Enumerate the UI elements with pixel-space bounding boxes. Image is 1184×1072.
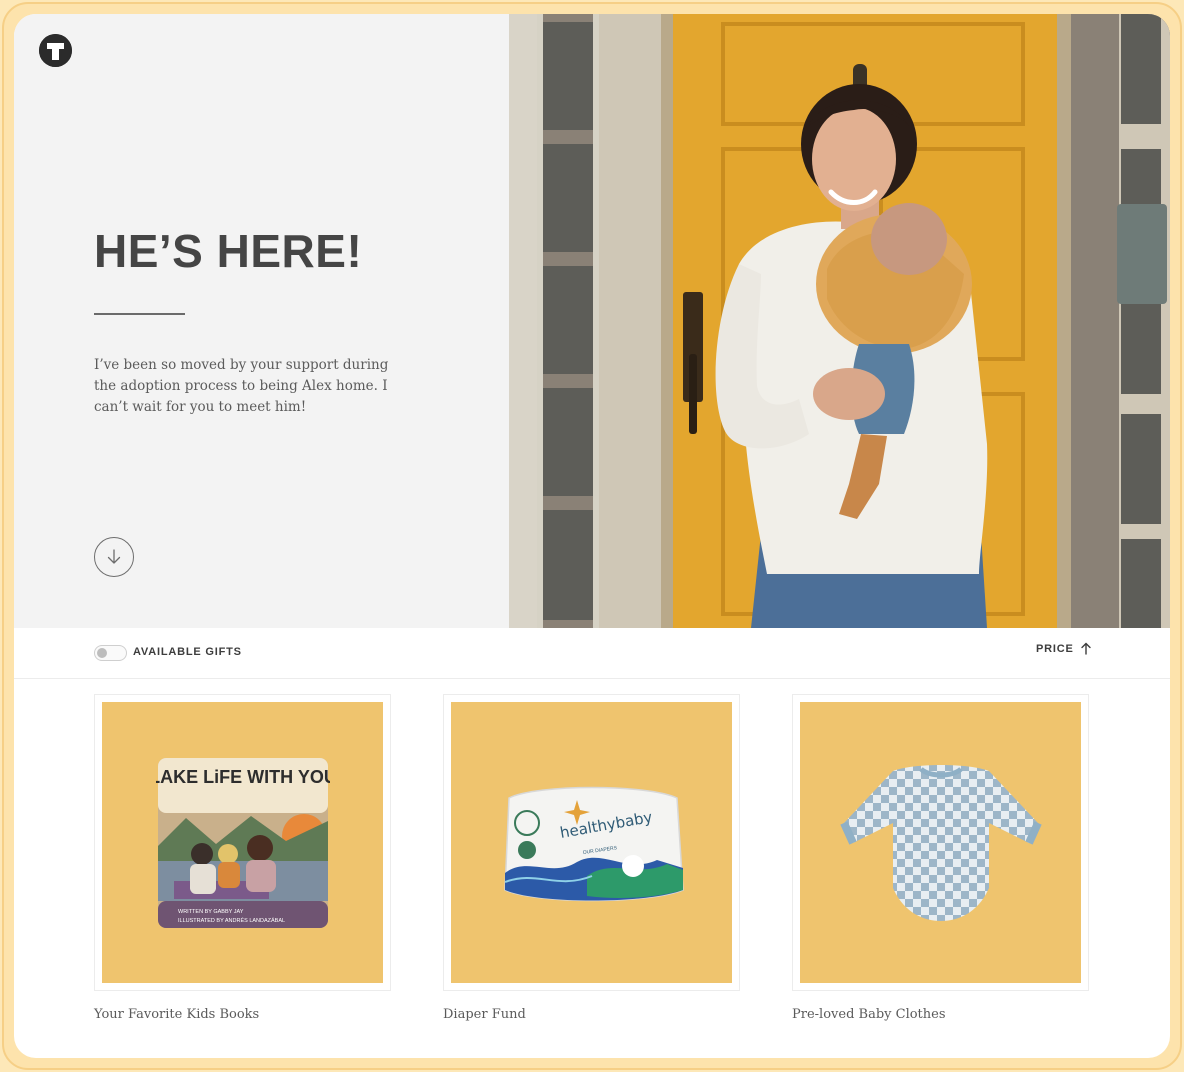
woman-holding-baby-photo: [509, 14, 1170, 628]
arrow-down-circle-icon: [107, 549, 121, 564]
gift-card[interactable]: healthybaby OUR DIAPERS Diaper Fund: [443, 694, 740, 1022]
price-sort-label: PRICE: [1036, 642, 1074, 655]
toggle-knob: [97, 648, 107, 658]
book-cover-image: LAKE LiFE WITH YOU WRITTEN BY GABBY JAY …: [102, 702, 383, 983]
page-title: HE’S HERE!: [94, 225, 363, 277]
title-divider: [94, 313, 185, 315]
registry-page: HE’S HERE! I’ve been so moved by your su…: [14, 14, 1170, 1058]
gift-image-frame: LAKE LiFE WITH YOU WRITTEN BY GABBY JAY …: [94, 694, 391, 991]
price-sort-button[interactable]: PRICE: [1036, 642, 1092, 655]
gift-image-frame: [792, 694, 1089, 991]
book-credit-2: ILLUSTRATED BY ANDRÉS LANDAZÁBAL: [178, 917, 285, 924]
available-gifts-toggle[interactable]: [94, 645, 127, 661]
gift-name: Diaper Fund: [443, 1007, 526, 1022]
book-title: LAKE LiFE WITH YOU: [156, 767, 330, 787]
arrow-up-icon: [1080, 642, 1091, 655]
intro-text: I’ve been so moved by your support durin…: [94, 357, 389, 415]
gift-card[interactable]: LAKE LiFE WITH YOU WRITTEN BY GABBY JAY …: [94, 694, 391, 1022]
diaper-pack-image: healthybaby OUR DIAPERS: [451, 702, 732, 983]
available-gifts-label: AVAILABLE GIFTS: [133, 646, 242, 658]
gift-filter-bar: AVAILABLE GIFTS PRICE: [14, 628, 1170, 679]
registry-logo-icon[interactable]: [39, 34, 72, 67]
book-credit-1: WRITTEN BY GABBY JAY: [178, 909, 244, 915]
gift-image-frame: healthybaby OUR DIAPERS: [443, 694, 740, 991]
gift-name: Pre-loved Baby Clothes: [792, 1007, 946, 1022]
gift-name: Your Favorite Kids Books: [94, 1007, 260, 1022]
hero-panel: HE’S HERE! I’ve been so moved by your su…: [14, 14, 509, 628]
gift-card[interactable]: Pre-loved Baby Clothes: [792, 694, 1089, 1022]
checkered-onesie-image: [800, 702, 1081, 983]
scroll-down-button[interactable]: [94, 537, 134, 577]
